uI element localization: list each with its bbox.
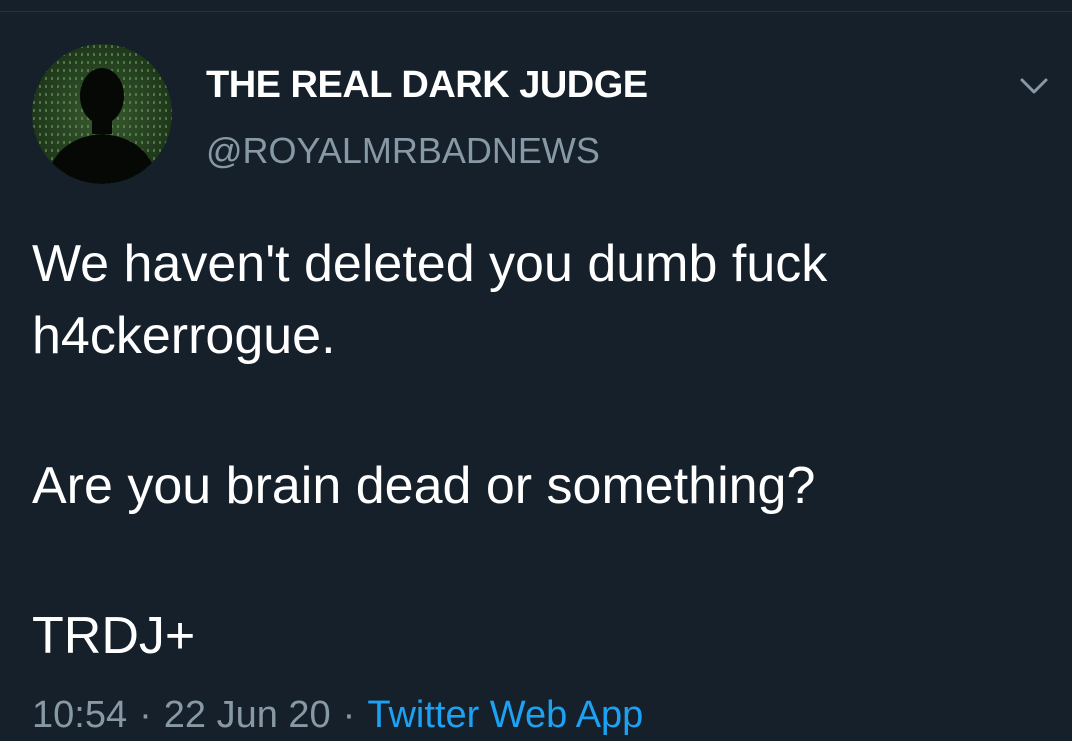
tweet-card: THE REAL DARK JUDGE @ROYALMRBADNEWS We h… <box>0 0 1072 741</box>
tweet-menu-button[interactable] <box>1014 66 1054 106</box>
silhouette-avatar-icon <box>32 44 172 184</box>
tweet-line: Are you brain dead or something? <box>32 457 816 515</box>
tweet-date[interactable]: 22 Jun 20 <box>164 694 331 736</box>
tweet-meta: 10:54 · 22 Jun 20 · Twitter Web App <box>32 694 643 737</box>
display-name[interactable]: THE REAL DARK JUDGE <box>206 64 648 107</box>
tweet-text: We haven't deleted you dumb fuck h4ckerr… <box>32 228 1042 672</box>
user-handle[interactable]: @ROYALMRBADNEWS <box>206 130 600 172</box>
meta-separator: · <box>342 694 356 736</box>
tweet-line: We haven't deleted you dumb fuck h4ckerr… <box>32 235 828 365</box>
tweet-time[interactable]: 10:54 <box>32 694 127 736</box>
avatar[interactable] <box>32 44 172 184</box>
tweet-source-link[interactable]: Twitter Web App <box>367 694 643 736</box>
tweet-line: TRDJ+ <box>32 607 196 665</box>
meta-separator: · <box>139 694 152 736</box>
chevron-down-icon <box>1020 78 1048 94</box>
